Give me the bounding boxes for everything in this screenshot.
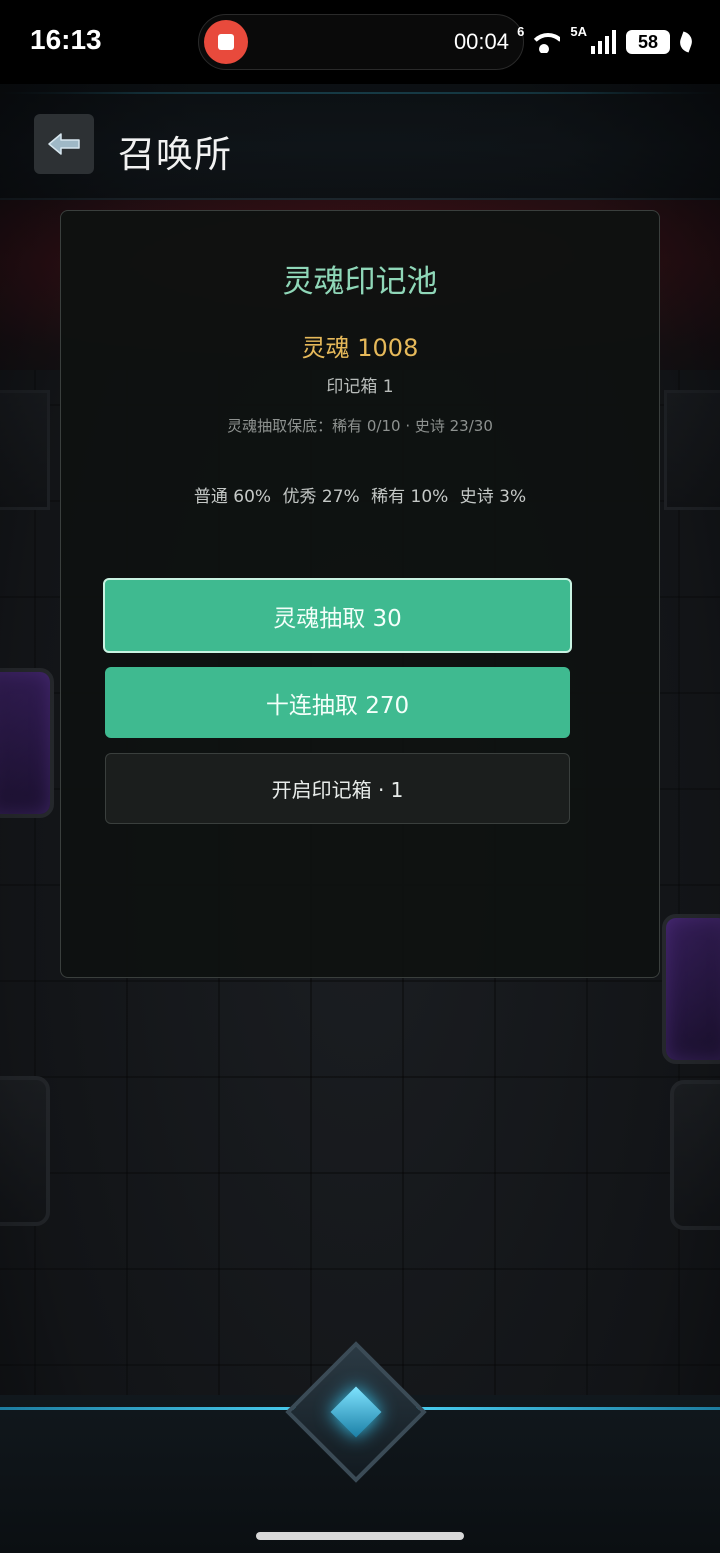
home-indicator[interactable] [256, 1532, 464, 1540]
page-title: 召唤所 [118, 133, 232, 176]
stop-recording-icon[interactable] [204, 20, 248, 64]
pool-title: 灵魂印记池 [282, 264, 438, 300]
mark-box-count: 印记箱 1 [326, 377, 394, 397]
rate-epic: 史诗 3% [459, 487, 527, 507]
battery-icon: 58 [626, 30, 670, 54]
back-button[interactable] [34, 114, 94, 174]
ten-draw-button[interactable]: 十连抽取 270 [105, 667, 570, 738]
power-saving-leaf-icon [677, 31, 695, 53]
rate-common: 普通 60% [193, 487, 272, 507]
recording-time: 00:04 [453, 29, 509, 54]
drop-rates: 普通 60% 优秀 27% 稀有 10% 史诗 3% [0, 482, 720, 507]
status-icons: 6 5A 58 [517, 24, 695, 60]
wifi-icon [528, 31, 561, 53]
status-time: 16:13 [30, 24, 102, 55]
signal-icon [591, 30, 616, 54]
pity-counter: 灵魂抽取保底：稀有 0/10 · 史诗 23/30 [227, 417, 493, 435]
status-bar: 16:13 00:04 6 5A 58 [0, 0, 720, 84]
screen-recording-pill[interactable]: 00:04 [198, 14, 524, 70]
back-arrow-icon [48, 133, 80, 155]
soul-currency: 灵魂 1008 [301, 334, 419, 362]
single-draw-button[interactable]: 灵魂抽取 30 [103, 578, 572, 653]
open-mark-box-button[interactable]: 开启印记箱 · 1 [105, 753, 570, 824]
rate-uncommon: 优秀 27% [282, 487, 360, 507]
network-label: 5A [570, 24, 587, 39]
wifi-label: 6 [517, 24, 525, 39]
rate-rare: 稀有 10% [371, 487, 449, 507]
